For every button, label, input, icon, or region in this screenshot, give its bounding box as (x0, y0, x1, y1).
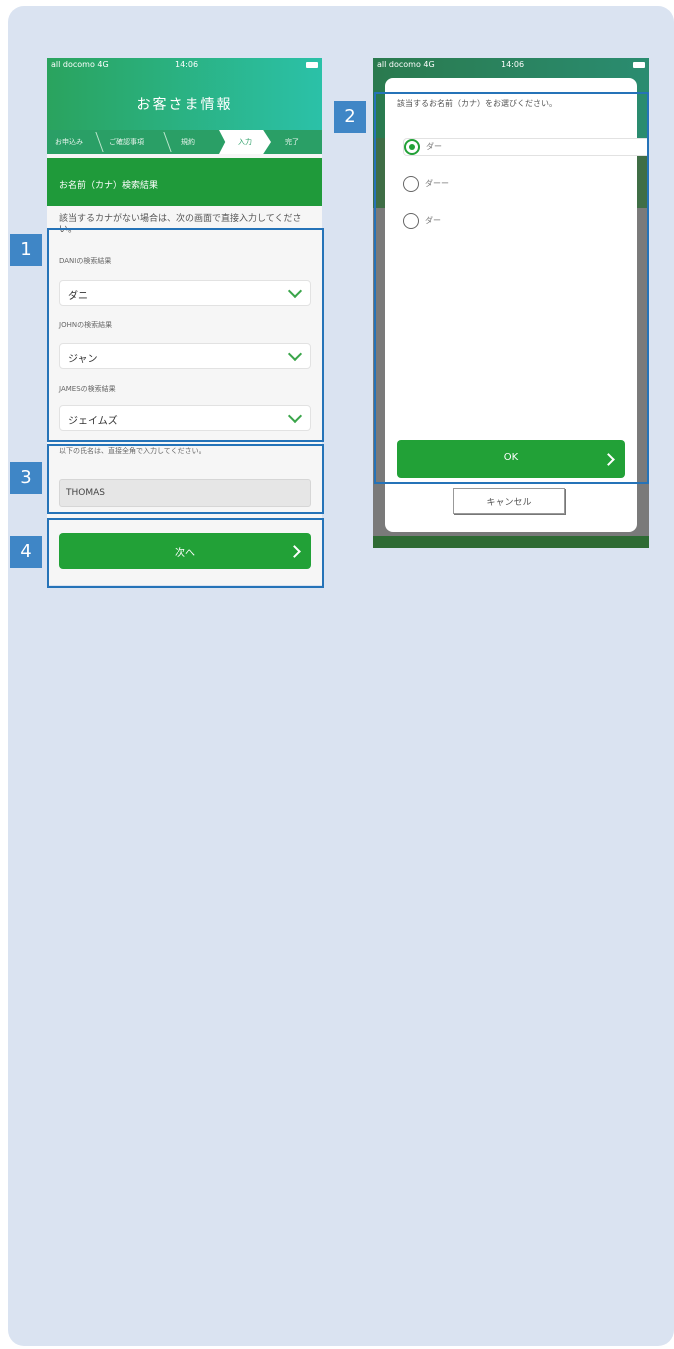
highlight-box-1 (47, 228, 324, 442)
cancel-button-label: キャンセル (486, 498, 532, 508)
carrier-label: all docomo 4G (377, 60, 435, 69)
highlight-box-4 (47, 518, 324, 588)
page-title: お客さま情報 (136, 97, 233, 113)
battery-icon (633, 62, 645, 68)
status-bar: all docomo 4G 14:06 (51, 60, 318, 72)
step-4-active: 入力 (219, 130, 271, 154)
step-separator (155, 132, 172, 152)
step-1: お申込み (55, 138, 83, 146)
annotation-badge-3: 3 (10, 462, 42, 494)
step-5: 完了 (285, 138, 299, 146)
annotation-badge-2: 2 (334, 101, 366, 133)
section-header: お名前（カナ）検索結果 (47, 158, 322, 206)
step-indicator: お申込み ご確認事項 規約 入力 完了 (47, 130, 322, 154)
dimmed-footer (373, 536, 649, 548)
highlight-box-3 (47, 444, 324, 514)
highlight-box-2 (374, 92, 649, 484)
carrier-label: all docomo 4G (51, 60, 109, 69)
annotation-badge-1: 1 (10, 234, 42, 266)
battery-icon (306, 62, 318, 68)
clock-label: 14:06 (175, 60, 199, 69)
app-header: all docomo 4G 14:06 お客さま情報 お申込み ご確認事項 規約… (47, 58, 322, 154)
cancel-button[interactable]: キャンセル (453, 488, 565, 514)
step-3: 規約 (181, 138, 195, 146)
step-separator (87, 132, 104, 152)
clock-label: 14:06 (501, 60, 525, 69)
status-bar: all docomo 4G 14:06 (377, 60, 645, 72)
step-2: ご確認事項 (109, 138, 144, 146)
section-title: お名前（カナ）検索結果 (59, 181, 159, 191)
annotation-badge-4: 4 (10, 536, 42, 568)
